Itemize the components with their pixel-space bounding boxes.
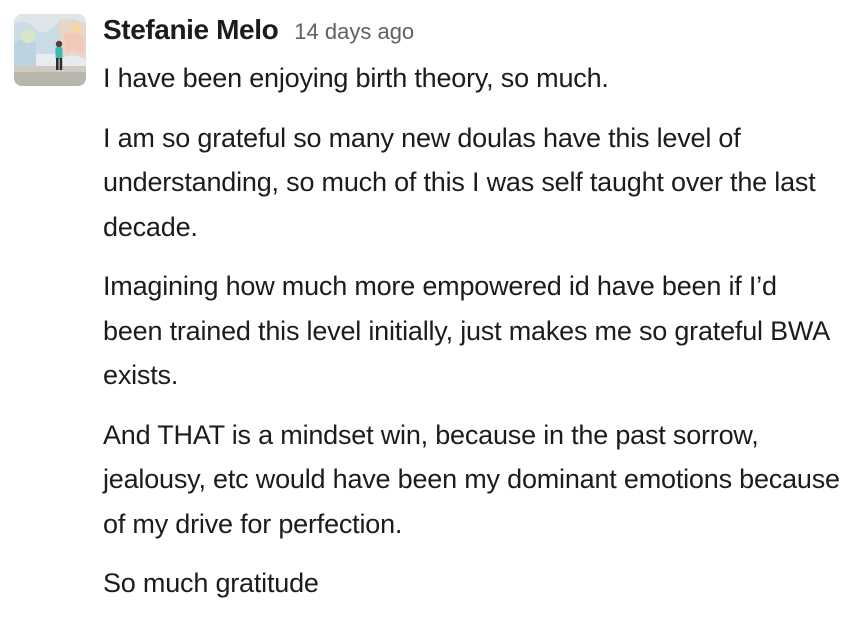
message-paragraph: Imagining how much more empowered id hav… — [103, 271, 829, 390]
avatar[interactable] — [14, 14, 86, 86]
user-photo-avatar-icon — [14, 14, 86, 86]
message-paragraph: I am so grateful so many new doulas have… — [103, 122, 816, 242]
message-body: I have been enjoying birth theory, so mu… — [103, 56, 843, 621]
message-paragraph: And THAT is a mindset win, because in th… — [103, 419, 840, 539]
message-paragraph: I have been enjoying birth theory, so mu… — [103, 63, 609, 93]
chat-message: Stefanie Melo 14 days ago I have been en… — [0, 0, 868, 604]
message-timestamp[interactable]: 14 days ago — [294, 14, 414, 50]
message-header: Stefanie Melo 14 days ago — [103, 12, 414, 52]
message-paragraph: So much gratitude — [103, 568, 319, 598]
author-name[interactable]: Stefanie Melo — [103, 12, 279, 48]
